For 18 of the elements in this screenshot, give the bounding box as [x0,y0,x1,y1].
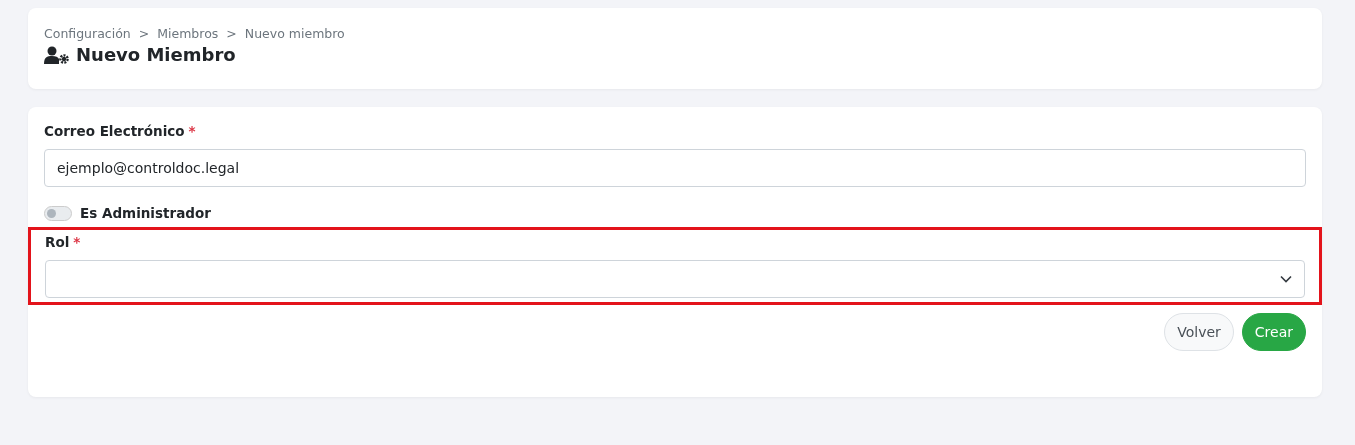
chevron-down-icon [1280,275,1292,283]
admin-toggle[interactable] [44,205,72,221]
toggle-label: Es Administrador [80,205,211,221]
primary-button[interactable]: Crear [1241,313,1306,351]
field-label: Correo Electrónico [44,123,185,139]
required-asterisk: * [188,123,196,139]
role-select[interactable] [45,260,1305,298]
breadcrumb-separator: > [138,26,150,41]
breadcrumb-link[interactable]: Miembros [157,26,219,41]
breadcrumb-separator: > [226,26,237,41]
required-asterisk: * [73,234,81,250]
email-field[interactable]: ejemplo@controldoc.legal [44,149,1306,187]
field-label: Rol [45,234,70,250]
secondary-button[interactable]: Volver [1164,313,1234,351]
user-gear-icon [44,45,70,64]
breadcrumb-link[interactable]: Nuevo miembro [244,26,345,41]
page-title: Nuevo Miembro [76,44,236,65]
breadcrumb-link[interactable]: Configuración [44,26,131,41]
